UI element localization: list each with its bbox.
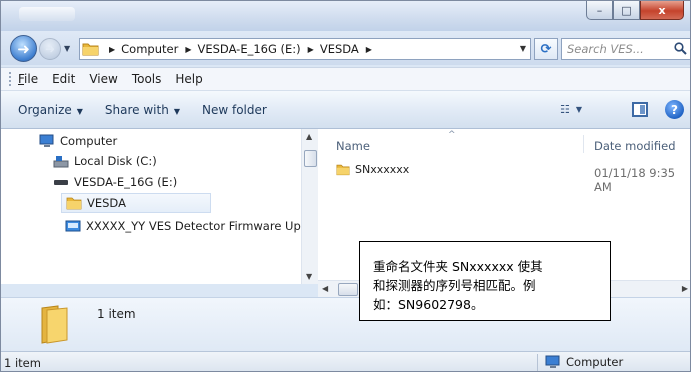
tree-item-firmware[interactable]: XXXXX_YY VES Detector Firmware Upgrad [65, 219, 327, 233]
history-dropdown-icon[interactable]: ▼ [64, 44, 70, 53]
sort-ascending-icon: ^ [448, 130, 456, 140]
change-view-button[interactable]: ☷ ▼ [560, 103, 582, 116]
menu-bar: File Edit View Tools Help [1, 67, 690, 91]
status-location: Computer [545, 355, 623, 369]
menu-help[interactable]: Help [175, 72, 202, 86]
file-row[interactable]: SNxxxxxx [336, 163, 409, 176]
nav-vertical-scrollbar[interactable]: ▲ ▼ [301, 129, 318, 284]
scroll-down-icon[interactable]: ▼ [306, 272, 312, 281]
arrow-right-icon: ➜ [44, 42, 56, 56]
file-date-modified: 01/11/18 9:35 AM [594, 166, 676, 194]
status-divider [537, 354, 538, 371]
close-button[interactable]: x [640, 1, 684, 20]
tree-item-label: Computer [60, 134, 118, 148]
file-name[interactable]: SNxxxxxx [355, 163, 409, 176]
navigation-pane: Computer Local Disk (C:) VESDA-E_16G (E:… [1, 129, 327, 284]
status-location-label: Computer [566, 355, 624, 369]
arrow-left-icon: ➜ [17, 39, 30, 58]
tree-item-vesda[interactable]: VESDA [61, 193, 211, 213]
scroll-up-icon[interactable]: ▲ [306, 132, 312, 141]
folder-icon [82, 43, 99, 56]
maximize-button[interactable]: □ [613, 1, 640, 20]
folder-icon [336, 164, 350, 176]
annotation-callout: 重命名文件夹 SNxxxxxx 使其 和探测器的序列号相匹配。例 如：SN960… [359, 241, 611, 321]
scroll-thumb[interactable] [304, 150, 317, 167]
installer-icon [65, 220, 81, 232]
chevron-down-icon: ▼ [76, 106, 83, 116]
tree-item-label: VESDA-E_16G (E:) [74, 175, 178, 189]
status-item-count: 1 item [4, 356, 41, 370]
tree-item-label: VESDA [87, 196, 126, 210]
help-button[interactable]: ? [665, 100, 684, 119]
address-bar[interactable]: ▶ Computer ▶ VESDA-E_16G (E:) ▶ VESDA ▶ … [79, 38, 531, 60]
breadcrumb-computer[interactable]: Computer [121, 42, 178, 56]
breadcrumb-separator-icon[interactable]: ▶ [366, 45, 372, 54]
forward-button[interactable]: ➜ [39, 38, 61, 60]
breadcrumb-vesda[interactable]: VESDA [320, 42, 359, 56]
scroll-left-icon[interactable]: ◀ [322, 284, 328, 293]
breadcrumb-separator-icon[interactable]: ▶ [109, 45, 115, 54]
window-title-blur [19, 7, 75, 21]
toolbar-grip [9, 72, 12, 86]
minimize-button[interactable]: – [586, 1, 613, 20]
search-box[interactable]: Search VES... [561, 38, 690, 60]
command-bar: Organize ▼ Share with ▼ New folder ☷ ▼ ? [1, 91, 690, 129]
title-bar[interactable]: – □ x [1, 1, 690, 31]
back-button[interactable]: ➜ [10, 35, 37, 62]
column-header-date-modified[interactable]: Date modified [594, 139, 676, 153]
menu-file[interactable]: File [18, 72, 38, 86]
computer-icon [39, 134, 54, 147]
usb-drive-icon [54, 180, 68, 185]
help-icon: ? [671, 102, 678, 117]
tree-item-computer[interactable]: Computer [39, 134, 117, 148]
caption-buttons: – □ x [586, 1, 684, 20]
scroll-thumb[interactable] [338, 283, 358, 296]
breadcrumb-separator-icon[interactable]: ▶ [185, 45, 191, 54]
navigation-row: ➜ ➜ ▼ ▶ Computer ▶ VESDA-E_16G (E:) ▶ VE… [1, 31, 690, 65]
hard-drive-icon [53, 156, 69, 168]
preview-pane-button[interactable] [632, 102, 648, 117]
search-input[interactable]: Search VES... [567, 42, 644, 56]
address-dropdown-icon[interactable]: ▼ [520, 44, 526, 53]
new-folder-button[interactable]: New folder [202, 103, 267, 117]
scroll-right-icon[interactable]: ▶ [682, 284, 688, 293]
refresh-button[interactable]: ⟳ [534, 38, 558, 60]
computer-icon [545, 355, 560, 368]
details-item-count: 1 item [97, 307, 136, 321]
menu-edit[interactable]: Edit [52, 72, 75, 86]
tree-item-label: Local Disk (C:) [74, 154, 157, 168]
share-with-button[interactable]: Share with ▼ [105, 103, 180, 117]
column-header-name[interactable]: Name [336, 139, 370, 153]
search-icon[interactable] [674, 42, 687, 55]
chevron-down-icon: ▼ [173, 106, 180, 116]
folder-icon [66, 197, 82, 210]
breadcrumb-separator-icon[interactable]: ▶ [308, 45, 314, 54]
status-bar: 1 item Computer [1, 351, 690, 371]
breadcrumb-drive[interactable]: VESDA-E_16G (E:) [197, 42, 300, 56]
tree-item-local-disk[interactable]: Local Disk (C:) [53, 154, 157, 168]
folder-icon [41, 305, 68, 344]
organize-button[interactable]: Organize ▼ [18, 103, 83, 117]
refresh-icon: ⟳ [540, 41, 552, 57]
view-details-icon: ☷ [560, 103, 570, 116]
tree-item-label: XXXXX_YY VES Detector Firmware Upgrad [86, 219, 328, 233]
menu-view[interactable]: View [89, 72, 117, 86]
column-divider[interactable] [583, 135, 584, 153]
menu-tools[interactable]: Tools [132, 72, 162, 86]
tree-item-usb-drive[interactable]: VESDA-E_16G (E:) [53, 175, 177, 189]
chevron-down-icon: ▼ [575, 105, 583, 114]
